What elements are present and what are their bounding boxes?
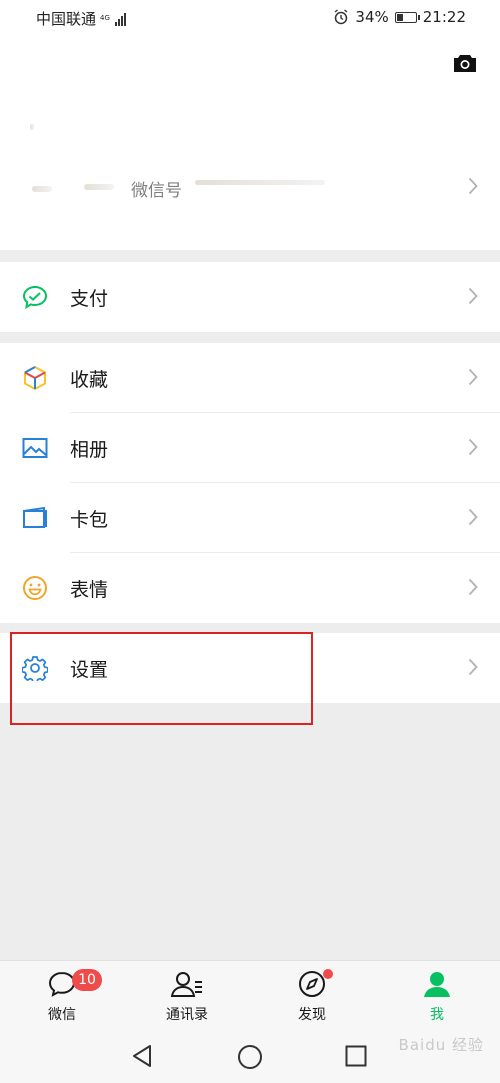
menu-item-favorites[interactable]: 收藏	[0, 343, 500, 413]
watermark: Baidu 经验	[398, 1036, 484, 1054]
network-type: 4G	[100, 14, 110, 22]
signal-icon	[114, 12, 126, 26]
tab-chats[interactable]: 10 微信	[2, 961, 122, 1029]
chevron-right-icon	[468, 287, 478, 305]
tab-label-chats: 微信	[48, 1007, 76, 1023]
unread-badge: 10	[72, 969, 102, 991]
status-bar: 中国联通 4G 34% 21:22	[0, 0, 500, 36]
tab-label-discover: 发现	[298, 1007, 326, 1023]
battery-percent: 34%	[355, 8, 389, 26]
menu-label-album: 相册	[70, 439, 109, 461]
main-menu-group: 收藏 相册 卡包 表情	[0, 343, 500, 623]
back-icon[interactable]	[131, 1044, 153, 1068]
clock: 21:22	[422, 8, 466, 26]
settings-highlight-box	[10, 632, 313, 725]
new-dot	[323, 969, 333, 979]
pay-group: 支付	[0, 262, 500, 332]
chevron-right-icon	[468, 578, 478, 596]
stickers-icon	[23, 576, 47, 600]
contacts-icon	[170, 972, 202, 997]
chevron-right-icon	[468, 658, 478, 676]
favorites-icon	[24, 365, 46, 391]
tab-me[interactable]: 我	[377, 961, 497, 1029]
menu-item-album[interactable]: 相册	[0, 413, 500, 483]
battery-fill	[396, 13, 403, 21]
tab-discover[interactable]: 发现	[252, 961, 372, 1029]
battery-icon	[394, 11, 420, 23]
alarm-icon	[334, 9, 348, 25]
menu-label-pay: 支付	[70, 288, 109, 310]
camera-icon[interactable]	[452, 52, 478, 74]
blurred-wechat-id	[195, 180, 325, 185]
chevron-right-icon	[468, 177, 478, 195]
profile-header[interactable]: 微信号	[0, 36, 500, 250]
chevron-right-icon	[468, 438, 478, 456]
chevron-right-icon	[468, 508, 478, 526]
menu-item-card-pack[interactable]: 卡包	[0, 483, 500, 553]
recents-icon[interactable]	[345, 1045, 367, 1067]
home-icon[interactable]	[237, 1044, 263, 1070]
album-icon	[22, 438, 48, 458]
tab-contacts[interactable]: 通讯录	[127, 961, 247, 1029]
chevron-right-icon	[468, 368, 478, 386]
carrier-label: 中国联通	[36, 10, 97, 28]
wechat-id-label: 微信号	[131, 181, 182, 201]
me-icon	[424, 972, 450, 997]
menu-label-favorites: 收藏	[70, 369, 109, 391]
menu-item-stickers[interactable]: 表情	[0, 553, 500, 623]
blurred-avatar-edge	[32, 186, 52, 192]
pay-icon	[22, 285, 48, 309]
tab-bar: 10 微信 通讯录 发现 我	[0, 960, 500, 1029]
card-pack-icon	[23, 506, 47, 528]
blurred-name	[30, 124, 34, 130]
menu-item-pay[interactable]: 支付	[0, 262, 500, 332]
menu-label-stickers: 表情	[70, 579, 109, 601]
tab-label-contacts: 通讯录	[166, 1007, 208, 1023]
menu-label-card-pack: 卡包	[70, 509, 109, 531]
blurred-text	[84, 184, 114, 190]
tab-label-me: 我	[430, 1007, 444, 1023]
